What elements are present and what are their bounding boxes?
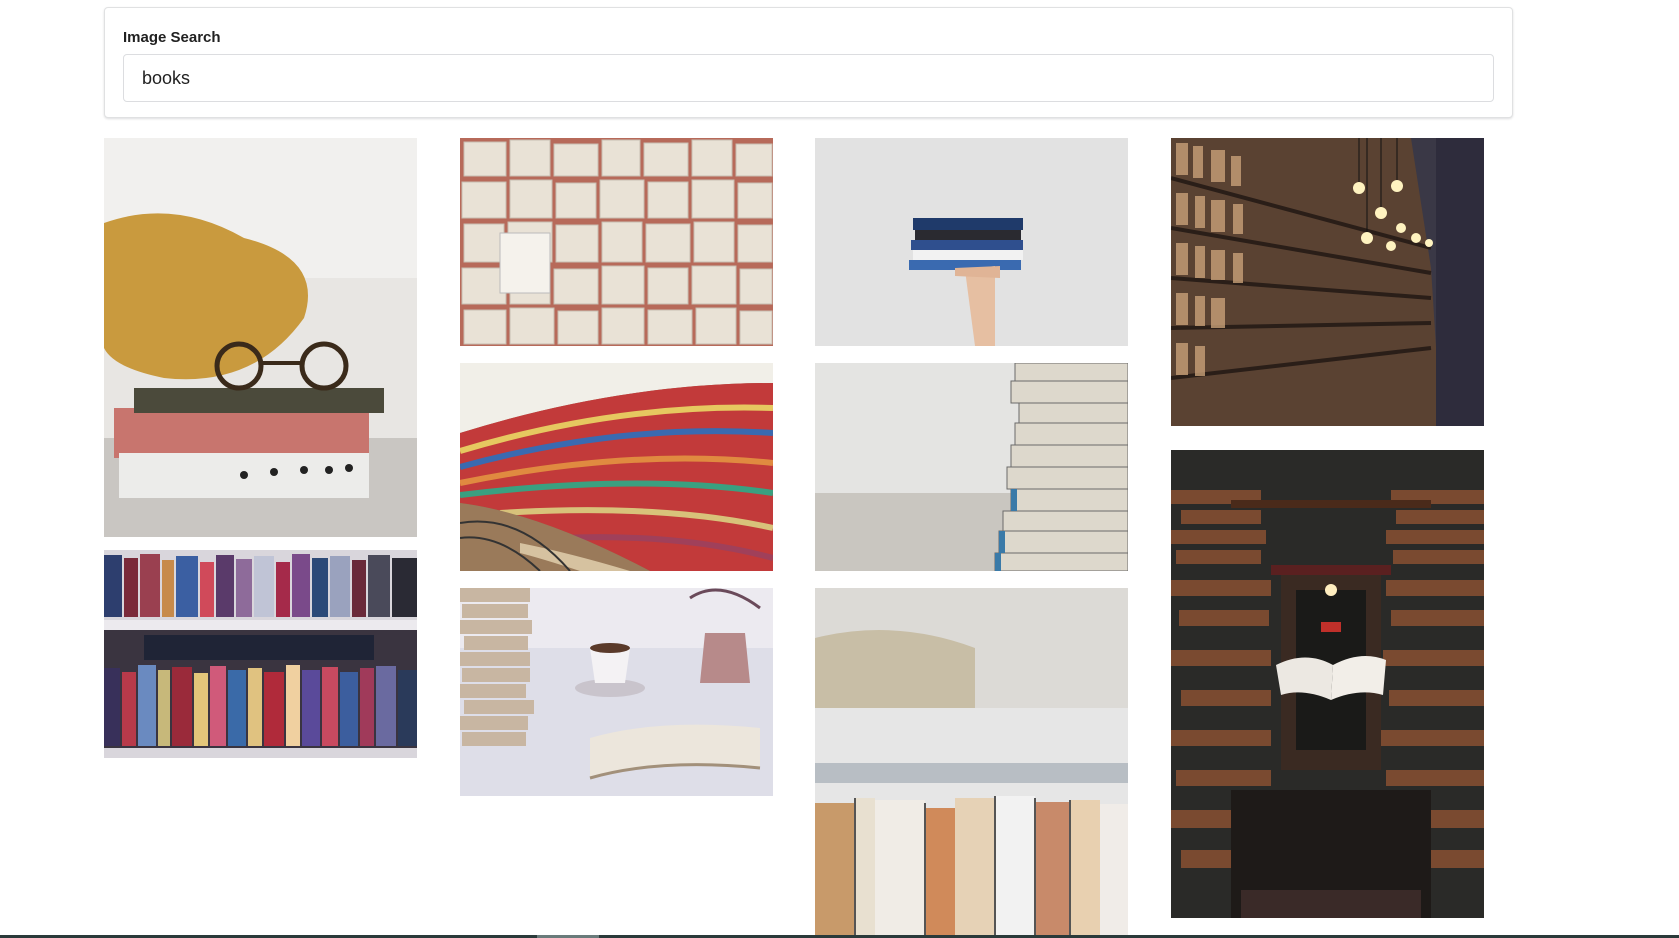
- image-open-pages-collage: [460, 138, 773, 346]
- image-glasses-on-books: [104, 138, 417, 537]
- image-books-spines-bottom: [815, 588, 1128, 938]
- image-hand-holding-books: [815, 138, 1128, 346]
- result-image[interactable]: [104, 138, 417, 537]
- result-image[interactable]: [1171, 450, 1484, 918]
- search-label: Image Search: [123, 29, 221, 46]
- image-teacup-and-open-book: [460, 588, 773, 796]
- result-image[interactable]: [460, 588, 773, 796]
- result-image[interactable]: [815, 588, 1128, 938]
- search-card: Image Search: [104, 7, 1513, 118]
- result-image[interactable]: [815, 363, 1128, 571]
- result-image[interactable]: [1171, 138, 1484, 426]
- image-bookshelf-blurred: [104, 550, 417, 758]
- image-curved-library-shelves: [460, 363, 773, 571]
- image-library-aisle-lights: [1171, 138, 1484, 426]
- result-image[interactable]: [815, 138, 1128, 346]
- result-image[interactable]: [460, 138, 773, 346]
- search-input[interactable]: [123, 54, 1494, 102]
- result-image[interactable]: [104, 550, 417, 758]
- image-stacked-books-side: [815, 363, 1128, 571]
- image-floating-book-bookstore: [1171, 450, 1484, 918]
- result-image[interactable]: [460, 363, 773, 571]
